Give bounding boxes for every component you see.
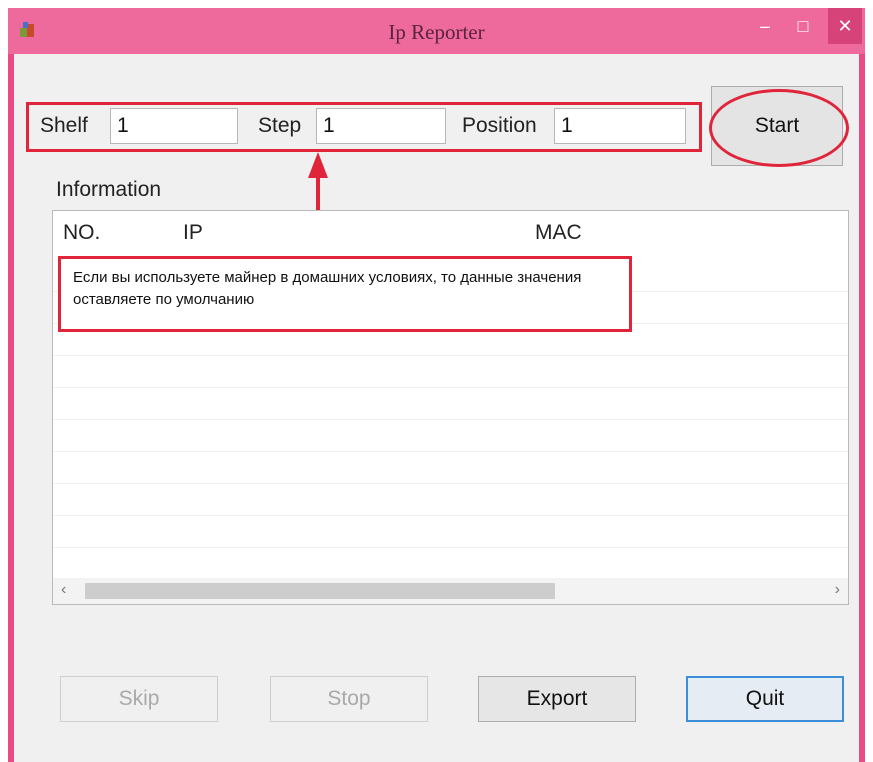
close-button[interactable]: ✕: [828, 8, 862, 44]
maximize-icon: □: [797, 15, 809, 36]
column-header-mac[interactable]: MAC: [535, 221, 582, 245]
window-title: Ip Reporter: [388, 20, 485, 44]
minimize-icon: –: [759, 15, 770, 36]
step-label: Step: [258, 114, 302, 137]
list-row-divider: [53, 451, 848, 452]
export-button[interactable]: Export: [478, 676, 636, 722]
shelf-label: Shelf: [40, 114, 88, 137]
shelf-input[interactable]: [110, 108, 238, 144]
list-row-divider: [53, 387, 848, 388]
close-icon: ✕: [837, 15, 853, 36]
horizontal-scrollbar[interactable]: ‹ ›: [53, 578, 848, 604]
list-row-divider: [53, 483, 848, 484]
scrollbar-thumb[interactable]: [85, 583, 555, 599]
title-bar[interactable]: Ip Reporter – □ ✕: [8, 8, 865, 54]
position-input[interactable]: [554, 108, 686, 144]
position-label: Position: [462, 114, 537, 137]
column-header-no[interactable]: NO.: [63, 221, 100, 245]
minimize-button[interactable]: –: [748, 8, 782, 44]
step-input[interactable]: [316, 108, 446, 144]
list-row-divider: [53, 355, 848, 356]
annotation-callout: Если вы используете майнер в домашних ус…: [58, 256, 632, 332]
client-area: Shelf Step Position Start Information NO…: [14, 54, 859, 762]
quit-button[interactable]: Quit: [686, 676, 844, 722]
list-row-divider: [53, 547, 848, 548]
start-highlight-ellipse: [709, 89, 849, 167]
maximize-button[interactable]: □: [786, 8, 820, 44]
skip-button[interactable]: Skip: [60, 676, 218, 722]
app-window: Ip Reporter – □ ✕ Shelf Step Position St…: [8, 8, 865, 762]
column-header-ip[interactable]: IP: [183, 221, 203, 245]
information-label: Information: [56, 178, 162, 201]
list-row-divider: [53, 515, 848, 516]
scroll-left-icon[interactable]: ‹: [61, 581, 66, 599]
stop-button[interactable]: Stop: [270, 676, 428, 722]
scroll-right-icon[interactable]: ›: [835, 581, 840, 599]
list-row-divider: [53, 419, 848, 420]
